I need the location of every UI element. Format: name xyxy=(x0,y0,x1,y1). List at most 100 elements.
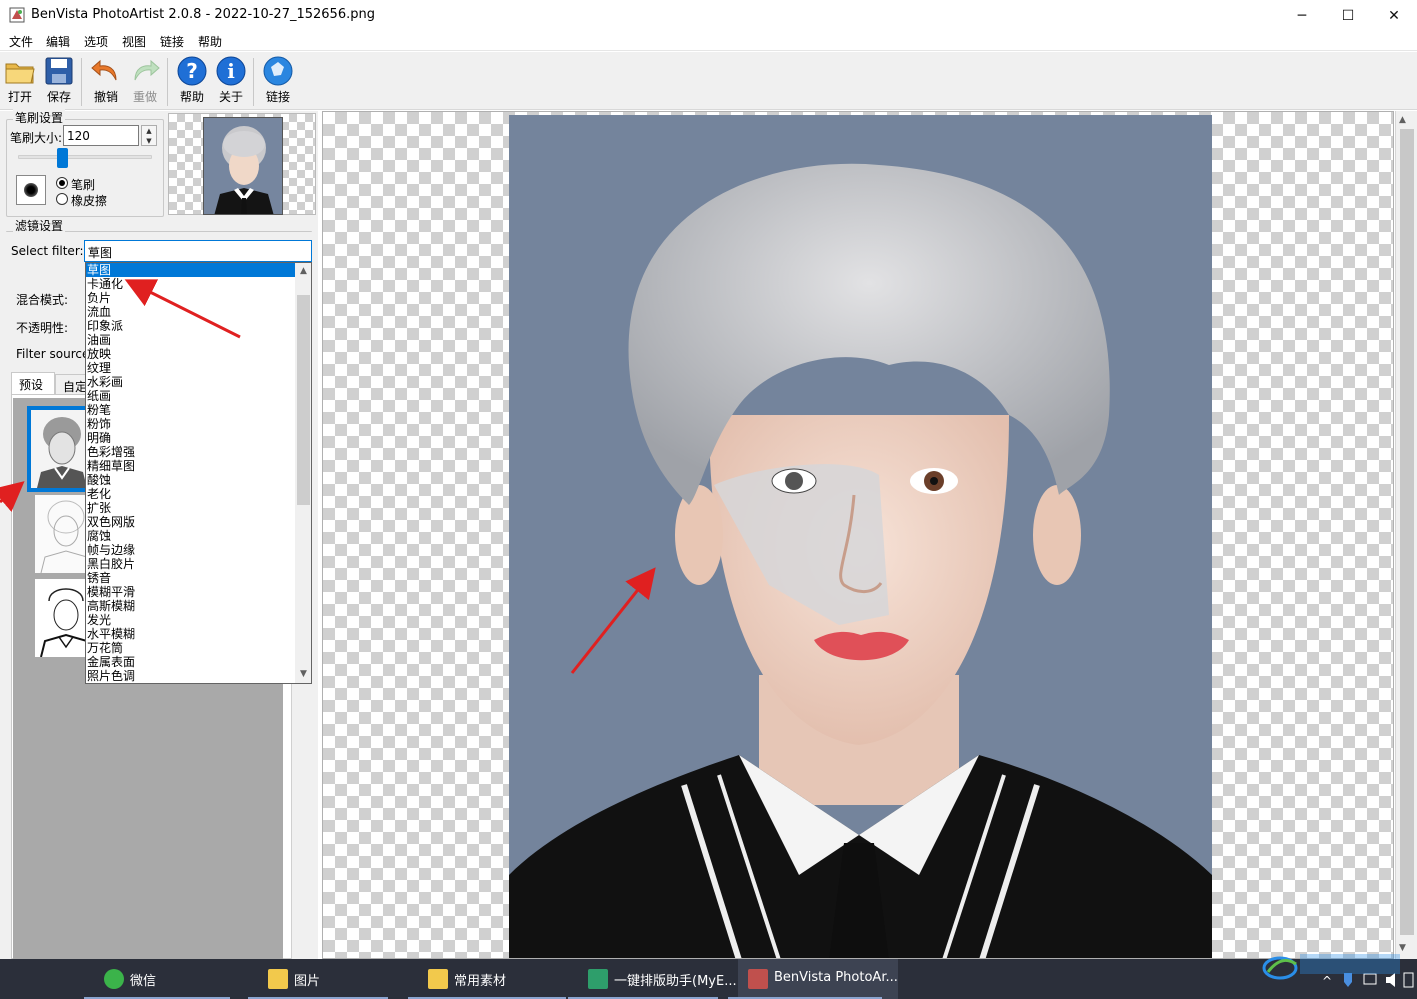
filter-option[interactable]: 老化 xyxy=(86,487,295,501)
filter-select[interactable]: 草图 ⌵ xyxy=(84,240,312,262)
menu-options[interactable]: 选项 xyxy=(84,33,108,50)
filter-option[interactable]: 双色网版 xyxy=(86,515,295,529)
spin-up-icon[interactable]: ▲ xyxy=(142,126,156,136)
redo-arrow-icon xyxy=(134,59,160,81)
about-button[interactable]: i 关于 xyxy=(211,56,251,108)
svg-text:i: i xyxy=(227,59,235,83)
filter-option[interactable]: 流血 xyxy=(86,305,295,319)
filter-option[interactable]: 纹理 xyxy=(86,361,295,375)
filter-option[interactable]: 粉饰 xyxy=(86,417,295,431)
filter-option[interactable]: 水彩画 xyxy=(86,375,295,389)
blend-mode-label: 混合模式: xyxy=(16,293,69,307)
image-canvas[interactable] xyxy=(322,111,1394,959)
filter-option[interactable]: 帧与边缘 xyxy=(86,543,295,557)
redo-button[interactable]: 重做 xyxy=(125,56,165,108)
window-title: BenVista PhotoArtist 2.0.8 - 2022-10-27_… xyxy=(31,7,375,22)
toolbar-separator xyxy=(253,58,254,106)
eraser-mode-radio[interactable] xyxy=(56,193,68,205)
scroll-up-icon[interactable]: ▲ xyxy=(1399,115,1406,125)
filter-option[interactable]: 明确 xyxy=(86,431,295,445)
filter-option[interactable]: 酸蚀 xyxy=(86,473,295,487)
svg-text:?: ? xyxy=(186,59,198,83)
app-icon xyxy=(9,7,25,23)
select-filter-label: Select filter: xyxy=(11,244,84,258)
spin-down-icon[interactable]: ▼ xyxy=(142,136,156,146)
filter-option[interactable]: 水平模糊 xyxy=(86,627,295,641)
filter-options: 草图 卡通化 负片 流血 印象派 油画 放映 纹理 水彩画 纸画 粉笔 粉饰 明确 色彩增强 精细草图 酸蚀老… xyxy=(86,263,295,683)
filter-option[interactable]: 黑白胶片 xyxy=(86,557,295,571)
floppy-save-icon xyxy=(45,57,73,85)
filter-option[interactable]: 放映 xyxy=(86,347,295,361)
filter-option[interactable]: 照片色调 xyxy=(86,669,295,683)
brush-size-slider-thumb[interactable] xyxy=(57,148,69,168)
folder-open-icon xyxy=(5,63,35,84)
app-icon xyxy=(748,969,768,989)
eraser-mode-label: 橡皮擦 xyxy=(71,194,108,208)
minimize-button[interactable]: ─ xyxy=(1279,0,1325,31)
toolbar-separator xyxy=(81,58,82,106)
filter-option[interactable]: 精细草图 xyxy=(86,459,295,473)
canvas-scroll-thumb[interactable] xyxy=(1400,129,1414,935)
brush-size-input[interactable] xyxy=(63,125,139,146)
save-label: 保存 xyxy=(46,90,71,104)
filter-option[interactable]: 粉笔 xyxy=(86,403,295,417)
brush-mode-radio[interactable] xyxy=(56,177,68,189)
scroll-up-icon[interactable]: ▲ xyxy=(295,263,311,280)
title-bar: BenVista PhotoArtist 2.0.8 - 2022-10-27_… xyxy=(0,0,1417,31)
undo-button[interactable]: 撤销 xyxy=(86,56,126,108)
open-button[interactable]: 打开 xyxy=(0,56,40,108)
filter-option[interactable]: 卡通化 xyxy=(86,277,295,291)
brush-size-stepper[interactable]: ▲ ▼ xyxy=(141,125,157,146)
open-label: 打开 xyxy=(7,90,32,104)
filter-option[interactable]: 油画 xyxy=(86,333,295,347)
brush-size-label: 笔刷大小: xyxy=(10,131,63,145)
menu-view[interactable]: 视图 xyxy=(122,33,146,50)
chevron-down-icon[interactable]: ⌵ xyxy=(88,244,307,255)
undo-label: 撤销 xyxy=(93,90,118,104)
filter-option[interactable]: 金属表面 xyxy=(86,655,295,669)
menu-help[interactable]: 帮助 xyxy=(198,33,222,50)
tab-presets[interactable]: 预设 xyxy=(11,372,55,394)
globe-link-icon xyxy=(263,56,293,86)
filter-source-label: Filter source: xyxy=(16,347,94,361)
close-button[interactable]: ✕ xyxy=(1371,0,1417,31)
filter-option[interactable]: 负片 xyxy=(86,291,295,305)
filter-option[interactable]: 万花筒 xyxy=(86,641,295,655)
toolbar-separator xyxy=(167,58,168,106)
dropdown-scroll-thumb[interactable] xyxy=(297,295,310,505)
filter-option[interactable]: 腐蚀 xyxy=(86,529,295,543)
help-label: 帮助 xyxy=(179,90,204,104)
filter-option[interactable]: 色彩增强 xyxy=(86,445,295,459)
filter-option[interactable]: 纸画 xyxy=(86,389,295,403)
undo-arrow-icon xyxy=(91,59,117,81)
filter-option[interactable]: 发光 xyxy=(86,613,295,627)
filter-option[interactable]: 高斯模糊 xyxy=(86,599,295,613)
watermark-logo xyxy=(1262,954,1400,980)
navigator-thumbnail[interactable] xyxy=(168,113,316,215)
menu-file[interactable]: 文件 xyxy=(9,33,33,50)
brush-preview xyxy=(16,175,46,205)
portrait-photo[interactable] xyxy=(509,115,1212,958)
filter-dropdown-list[interactable]: 草图 卡通化 负片 流血 印象派 油画 放映 纹理 水彩画 纸画 粉笔 粉饰 明确 色彩增强 精细草图 酸蚀老… xyxy=(85,262,312,684)
scroll-down-icon[interactable]: ▼ xyxy=(295,666,311,683)
dropdown-scrollbar[interactable]: ▲ ▼ xyxy=(295,263,311,683)
menu-edit[interactable]: 编辑 xyxy=(46,33,70,50)
filter-option[interactable]: 草图 xyxy=(86,263,295,277)
filter-option[interactable]: 扩张 xyxy=(86,501,295,515)
filter-option[interactable]: 模糊平滑 xyxy=(86,585,295,599)
navigator-photo xyxy=(203,117,283,215)
redo-label: 重做 xyxy=(132,90,157,104)
filter-option[interactable]: 锈音 xyxy=(86,571,295,585)
save-button[interactable]: 保存 xyxy=(39,56,79,108)
brush-dot-icon xyxy=(24,183,38,197)
menu-link[interactable]: 链接 xyxy=(160,33,184,50)
taskbar-item-label: 微信 xyxy=(130,974,157,989)
help-button[interactable]: ? 帮助 xyxy=(172,56,212,108)
brush-size-slider[interactable] xyxy=(18,155,152,159)
app-icon xyxy=(428,969,448,989)
maximize-button[interactable]: ☐ xyxy=(1325,0,1371,31)
filter-option[interactable]: 印象派 xyxy=(86,319,295,333)
link-button[interactable]: 链接 xyxy=(258,56,298,108)
taskbar-item-label: 一键排版助手(MyE... xyxy=(614,974,737,989)
canvas-scrollbar[interactable]: ▲ ▼ xyxy=(1395,111,1417,959)
